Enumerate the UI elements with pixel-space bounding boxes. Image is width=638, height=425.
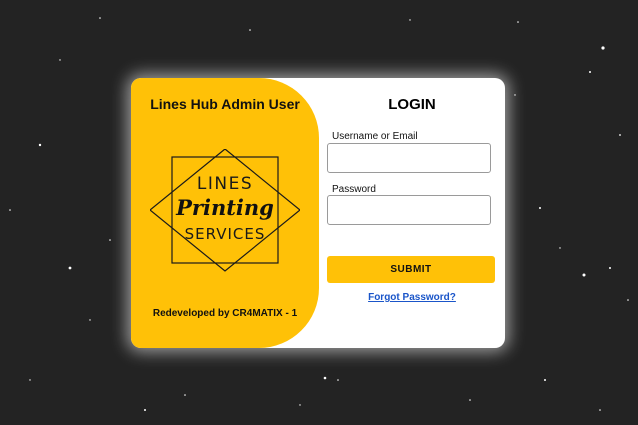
username-input[interactable] <box>327 143 491 173</box>
star <box>609 267 611 269</box>
logo-text-lines: LINES <box>197 174 253 194</box>
admin-title: Lines Hub Admin User <box>150 96 300 112</box>
star <box>68 266 72 270</box>
lines-printing-logo: LINES Printing SERVICES <box>150 149 300 272</box>
star <box>517 21 519 23</box>
login-form: LOGIN Username or Email Password SUBMIT … <box>319 78 505 348</box>
logo-text-printing: Printing <box>175 195 274 220</box>
star <box>249 29 251 31</box>
star <box>337 379 339 381</box>
username-label: Username or Email <box>332 131 418 142</box>
star <box>589 71 591 73</box>
star <box>619 134 621 136</box>
star <box>89 319 91 321</box>
star <box>99 17 101 19</box>
star <box>599 409 601 411</box>
star <box>559 247 561 249</box>
star <box>299 404 301 406</box>
star <box>627 299 629 301</box>
star <box>59 59 61 61</box>
star <box>184 394 186 396</box>
star <box>544 379 546 381</box>
login-card: Lines Hub Admin User LINES Printing SERV… <box>131 78 505 348</box>
star <box>29 379 31 381</box>
submit-button[interactable]: SUBMIT <box>327 256 495 283</box>
star <box>109 239 111 241</box>
star <box>9 209 11 211</box>
star <box>38 143 42 147</box>
star <box>601 46 605 50</box>
star <box>539 207 541 209</box>
star <box>582 273 586 277</box>
star <box>409 19 411 21</box>
password-input[interactable] <box>327 195 491 225</box>
star <box>469 399 471 401</box>
star <box>323 376 327 380</box>
brand-panel: Lines Hub Admin User LINES Printing SERV… <box>131 78 319 348</box>
star <box>144 409 146 411</box>
star <box>514 94 516 96</box>
credit-text: Redeveloped by CR4MATIX - 1 <box>152 308 298 319</box>
forgot-password-link[interactable]: Forgot Password? <box>319 292 505 303</box>
login-title: LOGIN <box>388 96 436 113</box>
password-label: Password <box>332 184 376 195</box>
logo-text-services: SERVICES <box>185 225 266 243</box>
